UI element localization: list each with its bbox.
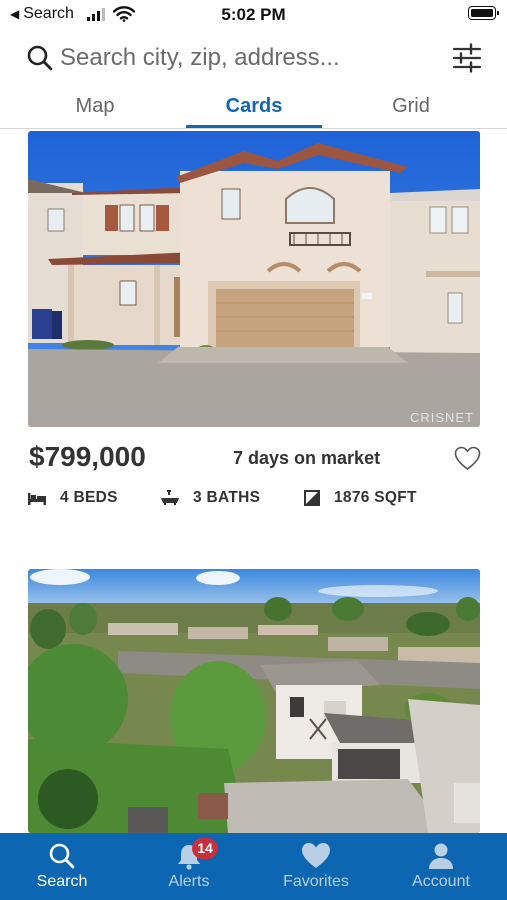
baths-spec: 3 BATHS — [161, 489, 260, 507]
nav-search[interactable]: Search — [20, 833, 104, 900]
battery-icon — [468, 6, 499, 20]
search-icon — [49, 843, 75, 869]
bathtub-icon — [161, 490, 179, 505]
bottom-navigation: Search Alerts Favorites Account — [0, 833, 507, 900]
nav-account-label: Account — [412, 873, 470, 890]
baths-label: 3 BATHS — [193, 489, 261, 506]
square-footage-icon — [304, 490, 320, 506]
listing-photo[interactable]: CRISNET — [28, 131, 480, 427]
nav-account[interactable]: Account — [398, 833, 484, 900]
nav-favorites[interactable]: Favorites — [268, 833, 364, 900]
active-tab-indicator — [186, 125, 322, 128]
sqft-label: 1876 SQFT — [334, 489, 417, 506]
status-time: 5:02 PM — [221, 5, 286, 24]
aerial-neighborhood-image — [28, 569, 480, 833]
house-photo-image — [28, 131, 480, 427]
photo-watermark: CRISNET — [409, 410, 474, 425]
nav-alerts-label: Alerts — [168, 873, 210, 890]
sliders-icon[interactable] — [452, 43, 482, 73]
tab-cards[interactable]: Cards — [186, 88, 322, 128]
view-tabs: Map Cards Grid — [0, 88, 507, 129]
nav-favorites-label: Favorites — [283, 873, 349, 890]
bed-icon — [28, 493, 46, 505]
person-icon — [429, 843, 453, 869]
heart-icon — [302, 843, 330, 868]
heart-outline-icon[interactable] — [454, 446, 481, 471]
beds-label: 4 BEDS — [60, 489, 118, 506]
tab-grid[interactable]: Grid — [356, 88, 466, 128]
nav-search-label: Search — [36, 873, 88, 890]
nav-alerts[interactable]: Alerts — [146, 833, 232, 900]
listing-photo[interactable] — [28, 569, 480, 833]
search-bar — [0, 36, 507, 80]
magnifier-icon — [27, 45, 53, 71]
beds-spec: 4 BEDS — [28, 489, 118, 507]
listing-specs: 4 BEDS 3 BATHS 1876 SQFT — [28, 489, 480, 511]
listing-price: $799,000 — [29, 441, 146, 472]
alerts-count-badge: 14 — [192, 838, 218, 859]
days-on-market: 7 days on market — [233, 448, 381, 468]
tab-map[interactable]: Map — [40, 88, 150, 128]
search-input[interactable] — [60, 41, 390, 75]
sqft-spec: 1876 SQFT — [304, 489, 417, 507]
status-bar: ◀ Search 5:02 PM — [0, 0, 507, 30]
